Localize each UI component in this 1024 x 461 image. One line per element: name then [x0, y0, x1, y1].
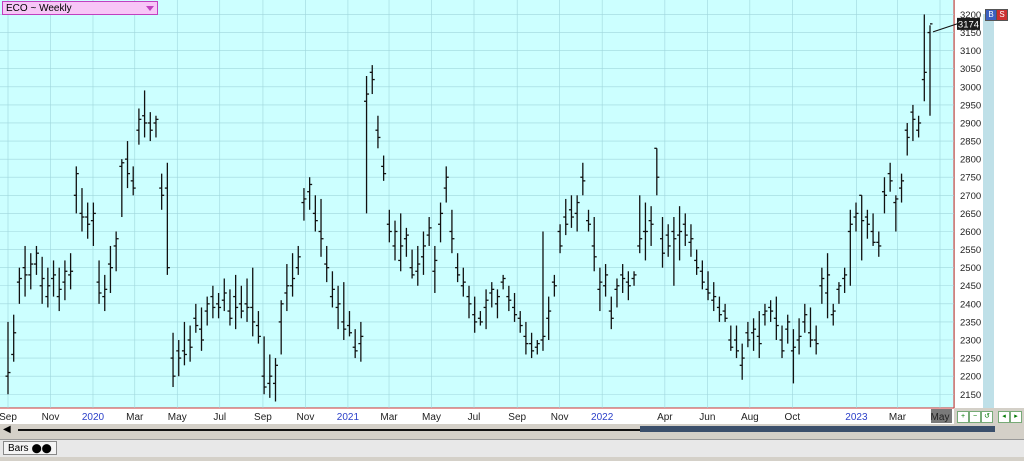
x-tick-label: Sep — [254, 412, 272, 423]
x-tick-label: Nov — [42, 412, 60, 423]
y-tick-label: 2750 — [960, 173, 981, 184]
y-tick-label: 2800 — [960, 155, 981, 166]
y-tick-label: 2200 — [960, 372, 981, 383]
scroll-forward-icon[interactable]: ▸ — [1010, 411, 1022, 423]
scrollbar-thumb[interactable] — [640, 426, 995, 432]
y-tick-label: 2150 — [960, 390, 981, 401]
y-tick-label: 3050 — [960, 64, 981, 75]
x-tick-label: Jul — [213, 412, 226, 423]
y-tick-label: 2500 — [960, 263, 981, 274]
x-tick-label: Mar — [889, 412, 907, 423]
x-tick-label: 2021 — [337, 412, 360, 423]
restore-icon[interactable]: ↺ — [981, 411, 993, 423]
chart-title: ECO ~ Weekly — [6, 3, 72, 14]
dropdown-arrow-icon[interactable] — [146, 6, 154, 11]
x-tick-label: Sep — [508, 412, 526, 423]
y-tick-label: 2900 — [960, 118, 981, 129]
y-tick-label: 2250 — [960, 354, 981, 365]
chart-svg: 2150 2200 2250 2300 2350 2400 2450 2500 2550 2600… — [0, 0, 1024, 424]
chart-window: 2150 2200 2250 2300 2350 2400 2450 2500 2550 2600… — [0, 0, 1024, 457]
x-tick-label: Nov — [297, 412, 315, 423]
zoom-out-icon[interactable]: − — [969, 411, 981, 423]
scroll-left-arrow-icon[interactable]: ◀ — [3, 424, 11, 435]
y-tick-label: 2700 — [960, 191, 981, 202]
y-tick-label: 2650 — [960, 209, 981, 220]
price-axis-scroll-strip[interactable] — [983, 14, 994, 408]
symbol-selector[interactable]: ECO ~ Weekly — [2, 1, 158, 15]
scroll-back-icon[interactable]: ◂ — [998, 411, 1010, 423]
x-tick-label: Mar — [380, 412, 398, 423]
y-tick-label: 3000 — [960, 82, 981, 93]
x-tick-label: Sep — [0, 412, 17, 423]
last-price-label: 3174 — [958, 19, 979, 30]
tab-bars-label: Bars — [8, 443, 29, 454]
tab-bars[interactable]: Bars ⬤⬤ — [3, 441, 57, 455]
x-tick-label: 2023 — [845, 412, 868, 423]
link-icon: ⬤⬤ — [31, 443, 52, 453]
x-tick-label: Jun — [699, 412, 715, 423]
sell-button[interactable]: S — [996, 9, 1008, 21]
x-tick-label: May — [931, 412, 950, 423]
y-tick-label: 2400 — [960, 299, 981, 310]
y-tick-label: 2850 — [960, 137, 981, 148]
y-tick-label: 2600 — [960, 227, 981, 238]
y-tick-label: 2350 — [960, 317, 981, 328]
y-tick-label: 2450 — [960, 281, 981, 292]
zoom-in-icon[interactable]: + — [957, 411, 969, 423]
x-tick-label: May — [422, 412, 441, 423]
y-tick-label: 2950 — [960, 100, 981, 111]
x-tick-label: Aug — [741, 412, 759, 423]
x-tick-label: Nov — [551, 412, 569, 423]
y-tick-label: 2550 — [960, 245, 981, 256]
x-tick-label: Jul — [468, 412, 481, 423]
x-tick-label: Oct — [785, 412, 801, 423]
x-tick-label: Apr — [657, 412, 673, 423]
x-tick-label: Mar — [126, 412, 144, 423]
x-tick-label: 2022 — [591, 412, 614, 423]
y-tick-label: 3100 — [960, 46, 981, 57]
bottom-tab-bar — [0, 439, 1024, 457]
x-tick-label: May — [168, 412, 187, 423]
x-tick-label: 2020 — [82, 412, 105, 423]
y-tick-label: 2300 — [960, 336, 981, 347]
